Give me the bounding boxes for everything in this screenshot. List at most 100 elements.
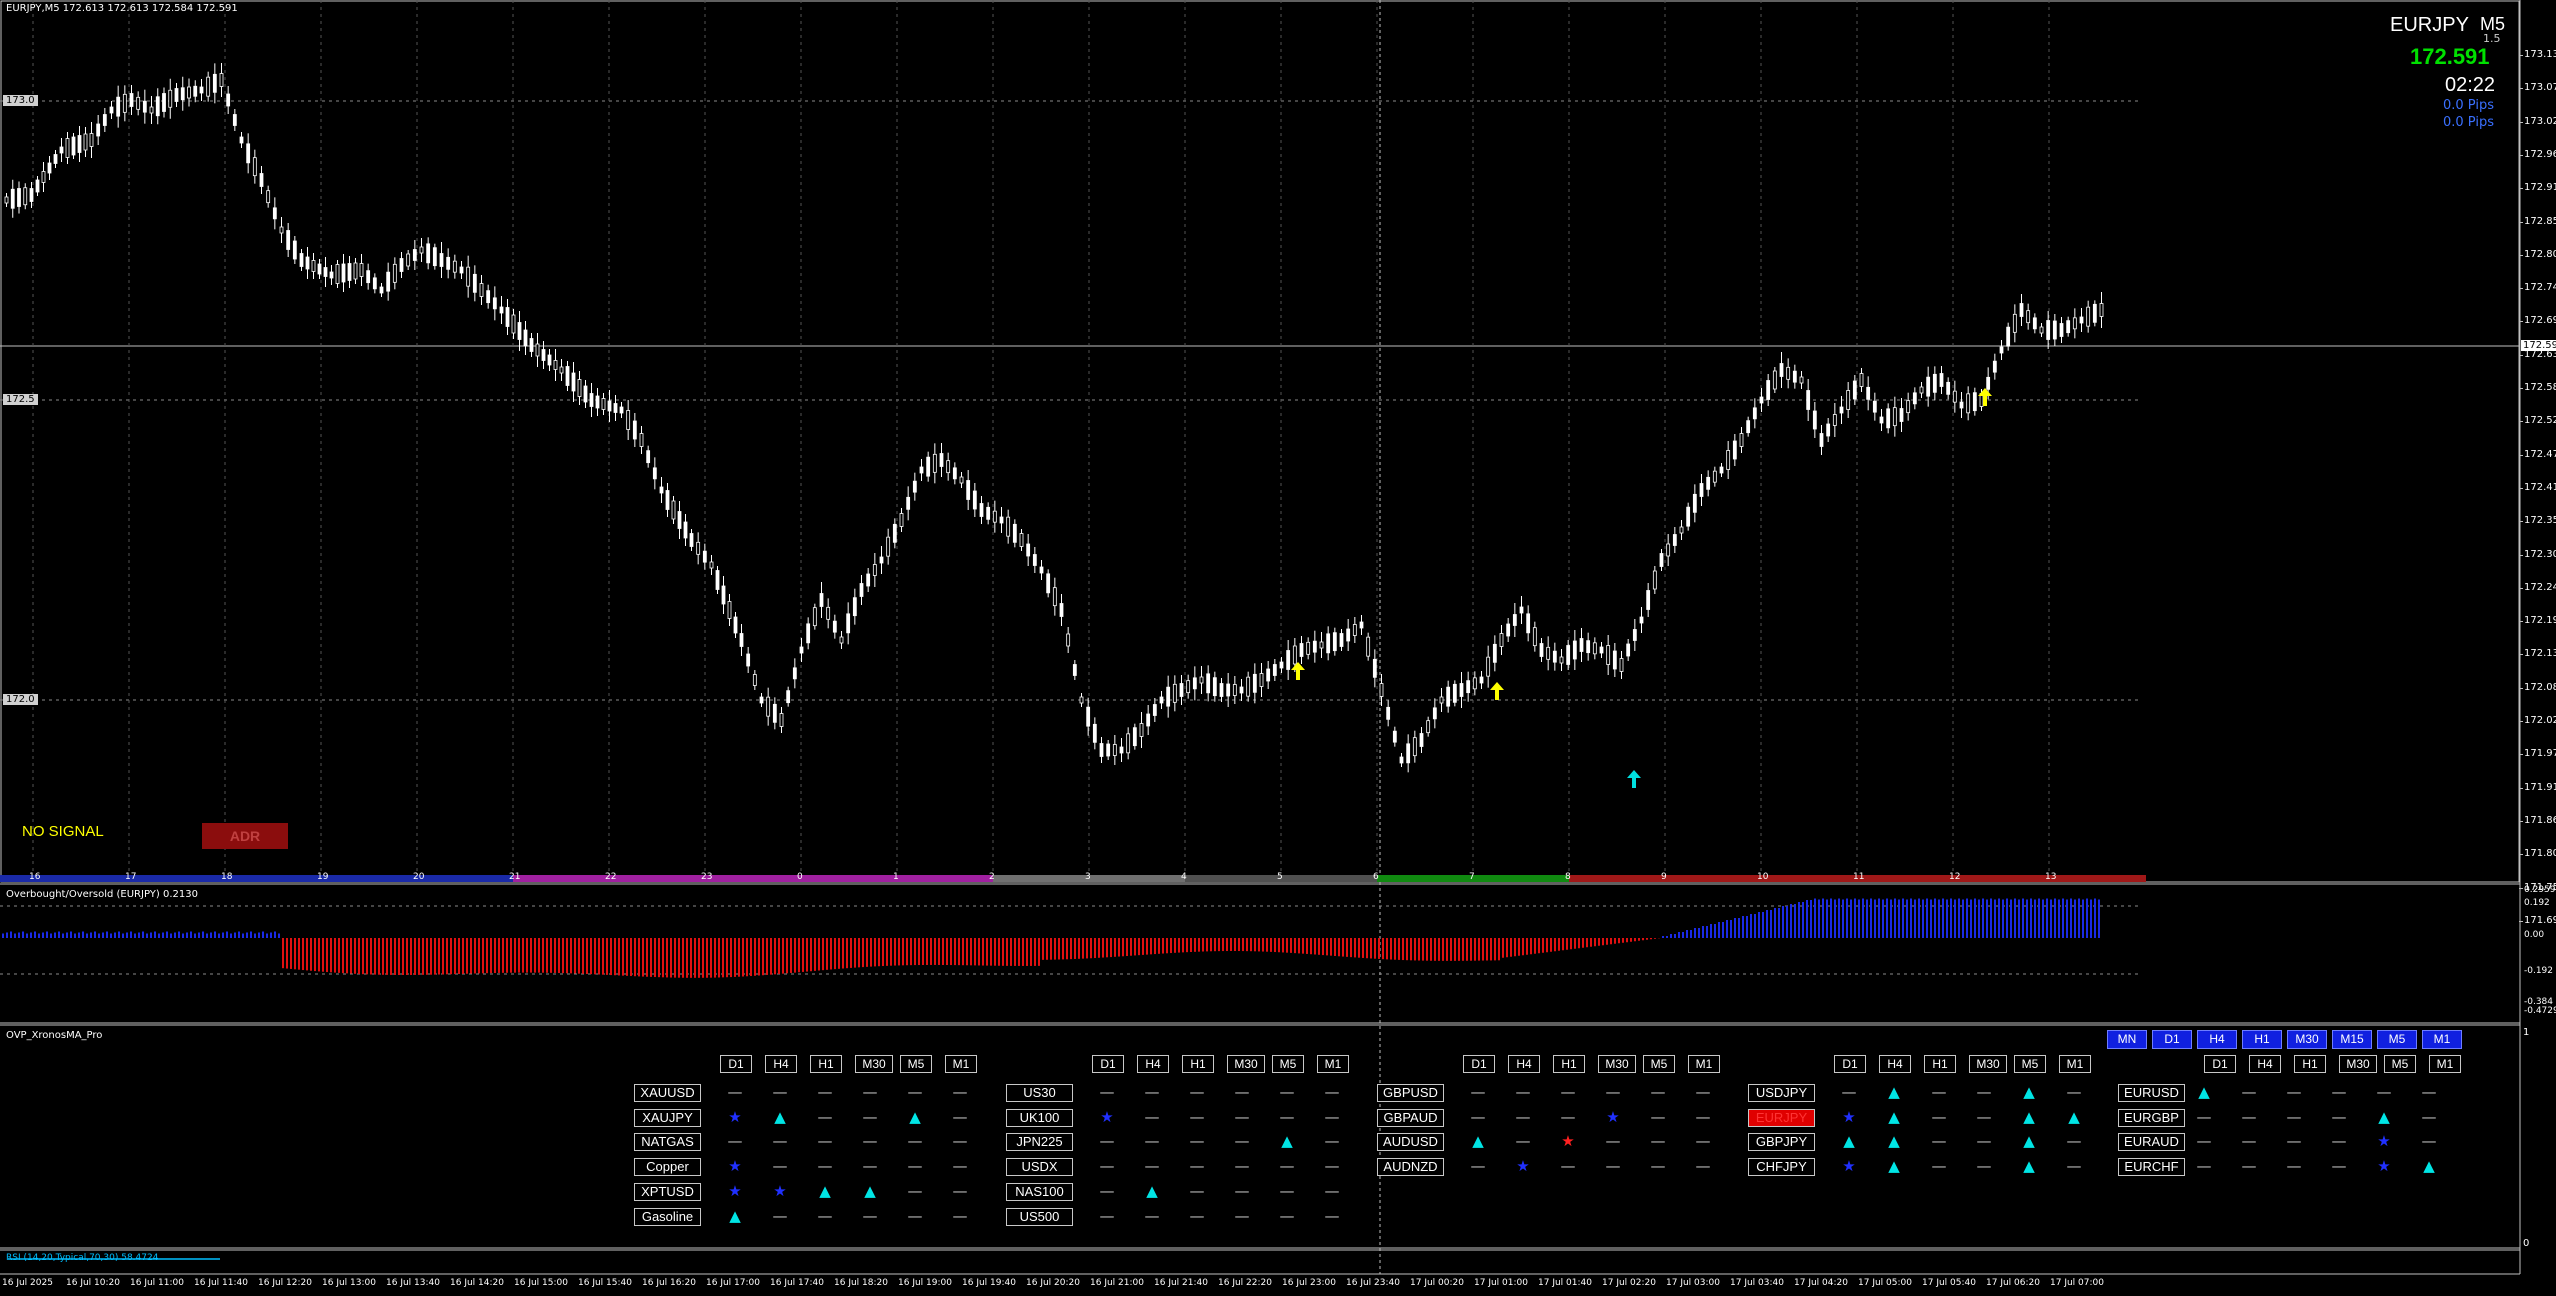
adr-button[interactable]: ADR	[202, 823, 288, 849]
oscillator-bar	[1418, 938, 1420, 961]
symbol-button-copper[interactable]: Copper	[634, 1158, 701, 1176]
tf-button-m5[interactable]: M5	[2377, 1030, 2417, 1049]
symbol-button-chfjpy[interactable]: CHFJPY	[1748, 1158, 1815, 1176]
candle-body	[852, 597, 857, 617]
dash-icon: —	[1695, 1157, 1711, 1175]
oscillator-bar	[658, 938, 660, 978]
oscillator-bar	[1930, 899, 1932, 938]
oscillator-bar	[1470, 938, 1472, 961]
tf-button-m15[interactable]: M15	[2332, 1030, 2372, 1049]
dash-icon: —	[1324, 1157, 1340, 1175]
price-tick-mark	[2519, 587, 2523, 589]
oscillator-bar	[1674, 934, 1676, 938]
oscillator-bar	[2014, 898, 2016, 938]
candle-body	[1432, 707, 1437, 720]
tf-button-m1[interactable]: M1	[2422, 1030, 2462, 1049]
candle-body	[1832, 414, 1837, 426]
symbol-button-eurusd[interactable]: EURUSD	[2118, 1084, 2185, 1102]
symbol-button-jpn225[interactable]: JPN225	[1006, 1133, 1073, 1151]
triangle-up-icon: ▲	[2023, 1132, 2035, 1150]
symbol-button-xaujpy[interactable]: XAUJPY	[634, 1109, 701, 1127]
candle-body	[683, 521, 688, 539]
symbol-button-euraud[interactable]: EURAUD	[2118, 1133, 2185, 1151]
oscillator-bar	[814, 938, 816, 971]
tf-button-h1[interactable]: H1	[2242, 1030, 2282, 1049]
candle-body	[1972, 392, 1977, 412]
oscillator-bar	[1354, 938, 1356, 958]
oscillator-bar	[478, 938, 480, 974]
oscillator-bar	[1258, 938, 1260, 952]
symbol-button-eurgbp[interactable]: EURGBP	[2118, 1109, 2185, 1127]
symbol-button-usdjpy[interactable]: USDJPY	[1748, 1084, 1815, 1102]
oscillator-bar	[790, 938, 792, 973]
time-label: 17 Jul 02:20	[1602, 1278, 1656, 1288]
oscillator-bar	[1430, 938, 1432, 961]
symbol-button-nas100[interactable]: NAS100	[1006, 1183, 1073, 1201]
symbol-button-eurchf[interactable]: EURCHF	[2118, 1158, 2185, 1176]
tf-button-m30[interactable]: M30	[2287, 1030, 2327, 1049]
symbol-button-eurjpy[interactable]: EURJPY	[1748, 1109, 1815, 1127]
dash-icon: —	[2376, 1083, 2392, 1101]
symbol-button-xptusd[interactable]: XPTUSD	[634, 1183, 701, 1201]
candle-body	[219, 73, 224, 87]
dash-icon: —	[1324, 1108, 1340, 1126]
oscillator-bar	[750, 938, 752, 977]
symbol-button-us500[interactable]: US500	[1006, 1208, 1073, 1226]
candle-body	[1819, 433, 1824, 447]
price-tick-mark	[2519, 55, 2523, 56]
symbol-button-gbpusd[interactable]: GBPUSD	[1377, 1084, 1444, 1102]
candle-body	[1666, 543, 1671, 557]
tf-button-mn[interactable]: MN	[2107, 1030, 2147, 1049]
symbol-button-usdx[interactable]: USDX	[1006, 1158, 1073, 1176]
candle-body	[601, 398, 606, 410]
candle-body	[571, 372, 576, 392]
oscillator-bar	[702, 938, 704, 978]
price-tick-mark	[2519, 887, 2523, 889]
tf-button-h4[interactable]: H4	[2197, 1030, 2237, 1049]
oscillator-bar	[1990, 898, 1992, 938]
tf-button-d1[interactable]: D1	[2152, 1030, 2192, 1049]
oscillator-bar	[1598, 938, 1600, 946]
oscillator-bar	[682, 938, 684, 978]
candle-body	[541, 349, 546, 361]
oscillator-bar	[1534, 938, 1536, 954]
oscillator-bar	[1270, 938, 1272, 952]
dash-icon: —	[952, 1157, 968, 1175]
symbol-button-gbpaud[interactable]: GBPAUD	[1377, 1109, 1444, 1127]
session-hour-label: 9	[1661, 872, 1667, 882]
symbol-button-gasoline[interactable]: Gasoline	[634, 1208, 701, 1226]
oscillator-bar	[2058, 899, 2060, 938]
price-tick-mark	[2519, 388, 2523, 389]
oscillator-bar	[378, 938, 380, 975]
candle-body	[1019, 533, 1024, 547]
no-signal-label: NO SIGNAL	[22, 823, 104, 840]
time-label: 16 Jul 21:40	[1154, 1278, 1208, 1288]
oscillator-bar	[1106, 938, 1108, 958]
price-tick: 173.077	[2524, 82, 2556, 94]
candle-timer: 02:22	[2445, 74, 2496, 96]
symbol-button-gbpjpy[interactable]: GBPJPY	[1748, 1133, 1815, 1151]
symbol-button-audusd[interactable]: AUDUSD	[1377, 1133, 1444, 1151]
oscillator-bar	[598, 938, 600, 975]
candle-body	[899, 513, 904, 527]
dash-icon: —	[952, 1132, 968, 1150]
oscillator-bar	[1910, 898, 1912, 938]
dash-icon: —	[862, 1132, 878, 1150]
symbol-button-natgas[interactable]: NATGAS	[634, 1133, 701, 1151]
symbol-button-audnzd[interactable]: AUDNZD	[1377, 1158, 1444, 1176]
oscillator-bar	[606, 938, 608, 975]
oscillator-bar	[1886, 898, 1888, 938]
oscillator-bar	[450, 938, 452, 975]
oscillator-bar	[1562, 938, 1564, 951]
oscillator-bar	[1850, 899, 1852, 938]
oscillator-bar	[14, 933, 16, 938]
oscillator-bar	[1606, 938, 1608, 945]
symbol-button-us30[interactable]: US30	[1006, 1084, 1073, 1102]
tf-header-m1: M1	[945, 1055, 977, 1073]
candle-body	[1672, 534, 1677, 546]
dash-icon: —	[2421, 1083, 2437, 1101]
candle-body	[1699, 483, 1704, 497]
oscillator-bar	[410, 938, 412, 975]
symbol-button-xauusd[interactable]: XAUUSD	[634, 1084, 701, 1102]
symbol-button-uk100[interactable]: UK100	[1006, 1109, 1073, 1127]
